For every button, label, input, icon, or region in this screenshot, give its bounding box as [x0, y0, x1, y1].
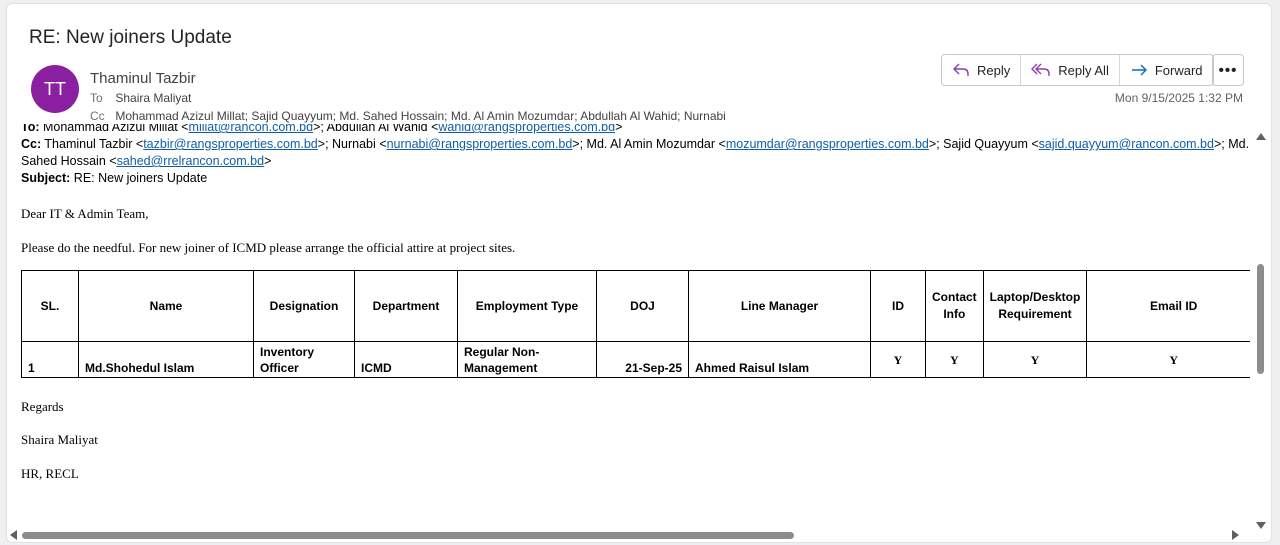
- scroll-down-icon[interactable]: [1256, 522, 1266, 529]
- quoted-to-label: To:: [21, 124, 40, 134]
- quoted-subject-line: Subject: RE: New joiners Update: [21, 170, 1250, 187]
- cell-doj: 21-Sep-25: [596, 341, 689, 378]
- quoted-to-line: To: Mohammad Azizul Millat <millat@ranco…: [21, 124, 1250, 136]
- reply-button[interactable]: Reply: [942, 55, 1022, 85]
- col-contact-info: Contact Info: [925, 270, 984, 342]
- table-row: 1 Md.Shohedul Islam Inventory Officer ICM…: [21, 341, 1250, 378]
- cell-laptop: Y: [982, 341, 1088, 378]
- forward-label: Forward: [1154, 62, 1203, 78]
- col-laptop-line: Laptop/Desktop: [989, 290, 1081, 304]
- more-actions-button[interactable]: •••: [1212, 54, 1244, 86]
- cell-id: Y: [870, 341, 926, 378]
- scroll-left-icon[interactable]: [10, 530, 17, 540]
- scroll-up-icon[interactable]: [1256, 133, 1266, 140]
- cell-designation: Inventory Officer: [253, 341, 355, 378]
- quoted-cc-line: Cc: Thaminul Tazbir <tazbir@rangspropert…: [21, 136, 1250, 170]
- cell-employment-line: Management: [464, 361, 538, 375]
- col-doj: DOJ: [596, 270, 689, 342]
- reply-all-label: Reply All: [1058, 62, 1109, 78]
- cc-label: Cc: [90, 109, 105, 123]
- body-paragraph: Please do the needful. For new joiner of…: [21, 240, 516, 255]
- col-employment-type: Employment Type: [457, 270, 597, 342]
- cell-employment-type: Regular Non- Management: [457, 341, 597, 378]
- email-reading-pane: RE: New joiners Update TT Thaminul Tazbi…: [6, 3, 1272, 543]
- cell-contact: Y: [925, 341, 984, 378]
- forward-button[interactable]: Forward: [1120, 55, 1213, 85]
- email-link[interactable]: sahed@rrelrancon.com.bd: [117, 154, 265, 168]
- quoted-cc-text: Sahed Hossain <: [21, 154, 117, 168]
- reply-icon: [953, 63, 969, 76]
- cell-designation-line: Officer: [260, 361, 299, 375]
- sender-name[interactable]: Thaminul Tazbir: [90, 70, 196, 87]
- message-actions-toolbar: Reply Reply All Forward: [941, 54, 1214, 86]
- greeting: Dear IT & Admin Team,: [21, 206, 149, 221]
- to-recipients[interactable]: Shaira Maliyat: [115, 91, 191, 105]
- email-link[interactable]: tazbir@rangsproperties.com.bd: [143, 137, 318, 151]
- new-joiner-table: SL. Name Designation Department Employme…: [21, 270, 1250, 378]
- more-icon: •••: [1218, 61, 1238, 79]
- regards: Regards: [21, 399, 64, 414]
- quoted-subject-label: Subject:: [21, 171, 71, 185]
- col-email-id: Email ID: [1086, 270, 1250, 342]
- col-contact-line: Contact: [932, 290, 977, 304]
- cell-employment-line: Regular Non-: [464, 345, 540, 359]
- email-date: Mon 9/15/2025 1:32 PM: [1114, 91, 1243, 105]
- col-designation: Designation: [253, 270, 355, 342]
- quoted-cc-text: >; Sajid Quayyum <: [928, 137, 1039, 151]
- to-label: To: [90, 91, 103, 105]
- signature-name: Shaira Maliyat: [21, 432, 98, 447]
- quoted-to-text: >; Abdullah Al Wahid <: [313, 124, 439, 134]
- scroll-right-icon[interactable]: [1232, 530, 1239, 540]
- cell-designation-line: Inventory: [260, 345, 315, 359]
- email-subject: RE: New joiners Update: [29, 27, 232, 48]
- quoted-cc-text: >; Md. Al Amin Mozumdar <: [572, 137, 726, 151]
- vertical-scrollbar[interactable]: [1254, 129, 1268, 534]
- avatar-initials: TT: [44, 78, 66, 99]
- email-link[interactable]: sajid.quayyum@rancon.com.bd: [1039, 137, 1214, 151]
- quoted-cc-text: Thaminul Tazbir <: [41, 137, 144, 151]
- col-contact-line: Info: [943, 307, 966, 321]
- quoted-subject-text: RE: New joiners Update: [70, 171, 208, 185]
- cell-email-id: Y: [1086, 341, 1250, 378]
- signature-dept: HR, RECL: [21, 466, 79, 481]
- cc-recipients[interactable]: Mohammad Azizul Millat; Sajid Quayyum; M…: [115, 109, 726, 123]
- reply-label: Reply: [977, 62, 1011, 78]
- table-header-row: SL. Name Designation Department Employme…: [21, 270, 1250, 342]
- col-id: ID: [870, 270, 926, 342]
- quoted-cc-text: >; Md.: [1213, 137, 1250, 151]
- vertical-scroll-thumb[interactable]: [1257, 264, 1264, 374]
- forward-icon: [1131, 64, 1147, 76]
- horizontal-scrollbar[interactable]: [10, 529, 1246, 541]
- col-laptop: Laptop/Desktop Requirement: [982, 270, 1088, 342]
- cell-department: ICMD: [354, 341, 458, 378]
- to-row: To Shaira Maliyat: [90, 91, 191, 105]
- cell-name: Md.Shohedul Islam: [78, 341, 254, 378]
- reply-all-icon: [1031, 63, 1050, 76]
- reply-all-button[interactable]: Reply All: [1021, 55, 1120, 85]
- email-link[interactable]: millat@rancon.com.bd: [189, 124, 314, 134]
- quoted-cc-label: Cc:: [21, 137, 42, 151]
- col-laptop-line: Requirement: [998, 307, 1072, 321]
- cell-sl: 1: [21, 341, 79, 378]
- col-sl: SL.: [21, 270, 79, 342]
- quoted-cc-text: >; Nurnabi <: [317, 137, 387, 151]
- horizontal-scroll-thumb[interactable]: [22, 532, 794, 539]
- col-department: Department: [354, 270, 458, 342]
- email-link[interactable]: mozumdar@rangsproperties.com.bd: [726, 137, 929, 151]
- quoted-cc-text: >: [264, 154, 272, 168]
- cc-row: Cc Mohammad Azizul Millat; Sajid Quayyum…: [90, 109, 726, 123]
- col-name: Name: [78, 270, 254, 342]
- email-link[interactable]: nurnabi@rangsproperties.com.bd: [387, 137, 573, 151]
- quoted-to-text: Mohammad Azizul Millat <: [39, 124, 189, 134]
- sender-avatar[interactable]: TT: [31, 65, 79, 113]
- message-body: To: Mohammad Azizul Millat <millat@ranco…: [7, 124, 1250, 534]
- col-line-manager: Line Manager: [688, 270, 871, 342]
- email-link[interactable]: wahid@rangsproperties.com.bd: [438, 124, 615, 134]
- quoted-to-text: >: [615, 124, 623, 134]
- cell-line-manager: Ahmed Raisul Islam: [688, 341, 871, 378]
